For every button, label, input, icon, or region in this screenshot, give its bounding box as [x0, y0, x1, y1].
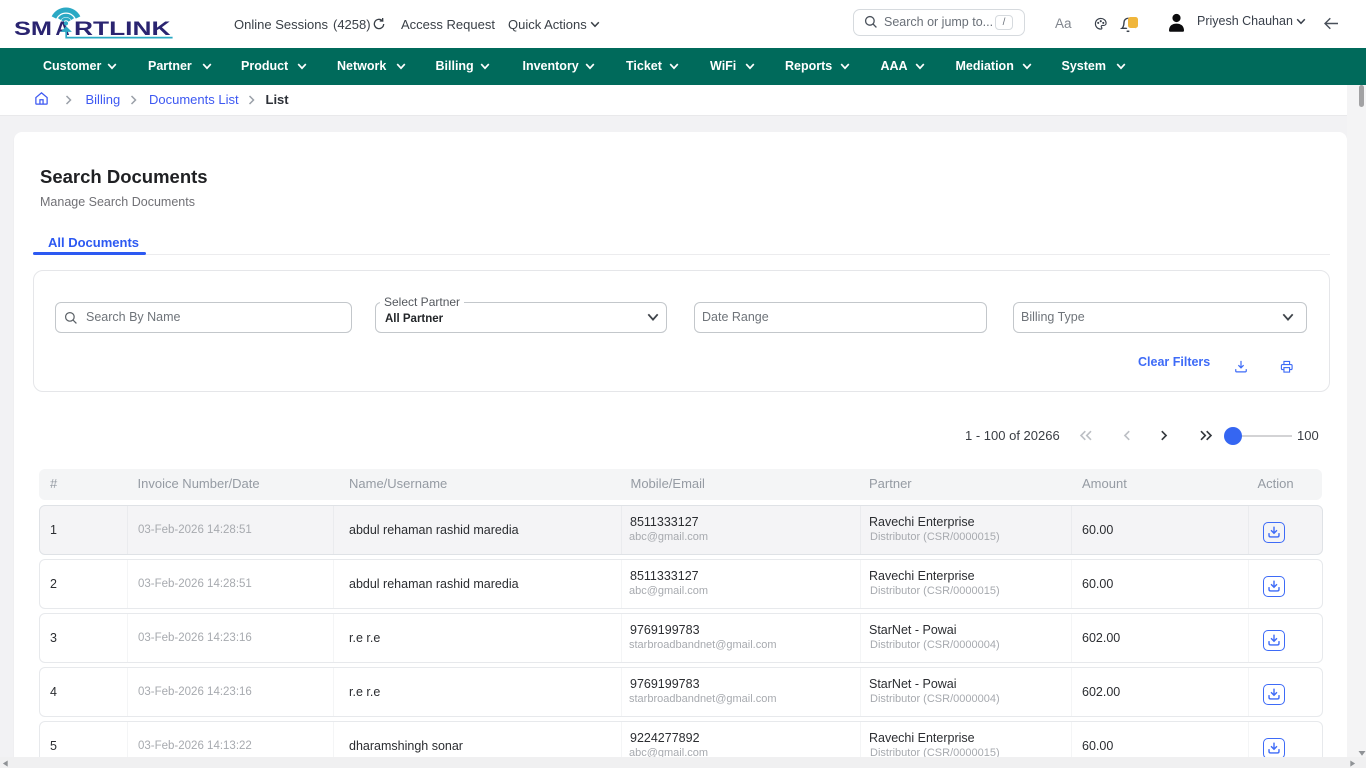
svg-text:SM: SM	[14, 18, 52, 40]
svg-text:RTLINK: RTLINK	[74, 18, 171, 40]
